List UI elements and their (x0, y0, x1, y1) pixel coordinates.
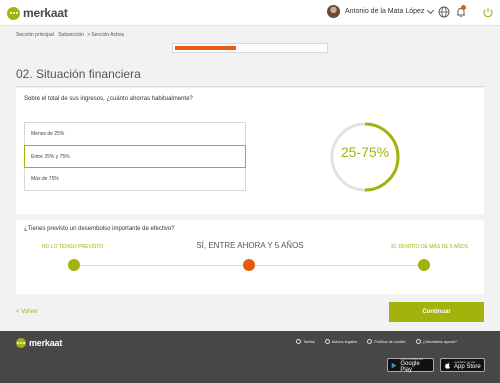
apple-icon (445, 361, 450, 369)
brand-badge-icon (7, 6, 20, 20)
progress-fill (175, 46, 236, 50)
footer-brand-logo[interactable]: merkaat (16, 338, 62, 348)
footer-brand-name: merkaat (29, 338, 63, 348)
slider-label-selected: SÍ, ENTRE AHORA Y 5 AÑOS (196, 241, 304, 250)
divider (16, 86, 484, 87)
question-text: ¿Tienes previsto un desembolso important… (24, 226, 175, 232)
slider-label-right: SÍ, DENTRO DE MÁS DE 5 AÑOS (391, 244, 468, 250)
footer-link-legal[interactable]: Avisos legales (324, 339, 358, 344)
savings-question-card: Sobre el total de sus ingresos, ¿cuánto … (16, 88, 484, 214)
slider-stop-selected[interactable] (243, 259, 255, 271)
footer-link-tarifas[interactable]: Tarifas (296, 339, 315, 344)
footer-link-help[interactable]: ¿Necesitas ayuda? (415, 339, 457, 344)
document-icon (367, 339, 373, 344)
option-less-25[interactable]: Menos de 25% (25, 123, 245, 146)
footer-link-label: Avisos legales (331, 339, 358, 344)
option-25-75[interactable]: Entre 25% y 75% (24, 145, 246, 168)
option-more-75[interactable]: Más de 75% (25, 167, 245, 190)
slider-stop-later[interactable] (418, 259, 430, 271)
notification-badge (461, 5, 466, 10)
gauge-value: 25-75% (340, 144, 390, 160)
footer-link-label: ¿Necesitas ayuda? (422, 339, 457, 344)
user-name: Antonio de la Mata López (345, 8, 425, 15)
power-icon[interactable] (482, 6, 494, 18)
brand-logo[interactable]: merkaat (7, 6, 68, 20)
brand-name: merkaat (23, 6, 68, 20)
cash-outlay-question-card: ¿Tienes previsto un desembolso important… (16, 220, 484, 294)
footer-links: Tarifas Avisos legales Política de cooki… (296, 339, 467, 344)
help-icon (415, 339, 421, 344)
footer-link-label: Política de cookie (374, 339, 406, 344)
google-play-badge[interactable]: DISPONIBLE EN Google Play (387, 357, 434, 373)
user-menu[interactable]: Antonio de la Mata López (327, 5, 435, 18)
option-list: Menos de 25% Entre 25% y 75% Más de 75% (24, 122, 246, 191)
warning-icon (324, 339, 330, 344)
app-store-badge[interactable]: Available on the App Store (440, 358, 485, 372)
brand-badge-icon (16, 338, 26, 348)
footer-link-cookies[interactable]: Política de cookie (367, 339, 406, 344)
footer-link-label: Tarifas (303, 339, 315, 344)
globe-icon[interactable] (438, 6, 450, 18)
continue-button[interactable]: Continuar (389, 302, 484, 322)
store-large-text: App Store (454, 364, 481, 370)
page-title: 02. Situación financiera (16, 67, 141, 81)
back-link[interactable]: < Volver (16, 309, 38, 315)
slider-label-left: NO LO TENGO PREVISTO (42, 244, 104, 250)
breadcrumb-item[interactable]: Sección principal (16, 32, 54, 38)
top-bar: merkaat Antonio de la Mata López (0, 0, 500, 26)
google-play-icon (391, 362, 397, 368)
store-large-text: Google Play (400, 361, 420, 373)
chevron-down-icon (427, 6, 435, 14)
avatar (327, 5, 340, 18)
question-text: Sobre el total de sus ingresos, ¿cuánto … (24, 96, 193, 102)
footer: merkaat Tarifas Avisos legales Política … (0, 331, 500, 383)
tag-icon (296, 339, 301, 344)
breadcrumb-item-active: Sección Activa (91, 32, 124, 38)
breadcrumb: Sección principal Subsección > Sección Ac… (16, 32, 124, 38)
progress-bar (172, 43, 328, 53)
breadcrumb-item[interactable]: Subsección (58, 32, 84, 38)
slider-stop-no[interactable] (68, 259, 80, 271)
